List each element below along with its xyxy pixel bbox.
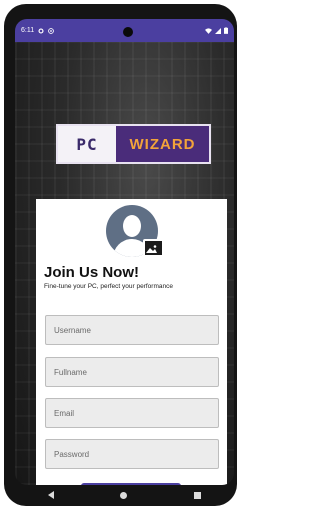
password-field[interactable] (45, 439, 219, 469)
phone-frame: 6:11 PC WIZARD Join Us Now! Fine-tune yo… (4, 4, 237, 506)
logo-pc-text: PC (58, 126, 116, 162)
add-photo-icon[interactable] (143, 239, 164, 257)
settings-icon (38, 27, 44, 34)
avatar-head (123, 215, 141, 237)
image-icon (146, 245, 157, 253)
status-time: 6:11 (21, 27, 35, 34)
home-icon[interactable] (120, 491, 128, 499)
email-field[interactable] (45, 398, 219, 428)
recents-icon[interactable] (193, 491, 201, 499)
signup-card: Join Us Now! Fine-tune your PC, perfect … (36, 199, 227, 485)
signal-icon (215, 27, 221, 34)
page-subtitle: Fine-tune your PC, perfect your performa… (44, 283, 173, 290)
battery-icon (224, 27, 228, 34)
page-title: Join Us Now! (44, 264, 140, 281)
notification-icon (48, 27, 54, 34)
wifi-icon (205, 27, 212, 34)
logo-wizard-text: WIZARD (129, 135, 196, 153)
front-camera (123, 27, 133, 37)
back-icon[interactable] (48, 491, 55, 499)
app-logo: PC WIZARD (56, 124, 211, 164)
app-screen: 6:11 PC WIZARD Join Us Now! Fine-tune yo… (15, 19, 234, 485)
system-nav-bar (15, 485, 234, 505)
username-field[interactable] (45, 315, 219, 345)
fullname-field[interactable] (45, 357, 219, 387)
